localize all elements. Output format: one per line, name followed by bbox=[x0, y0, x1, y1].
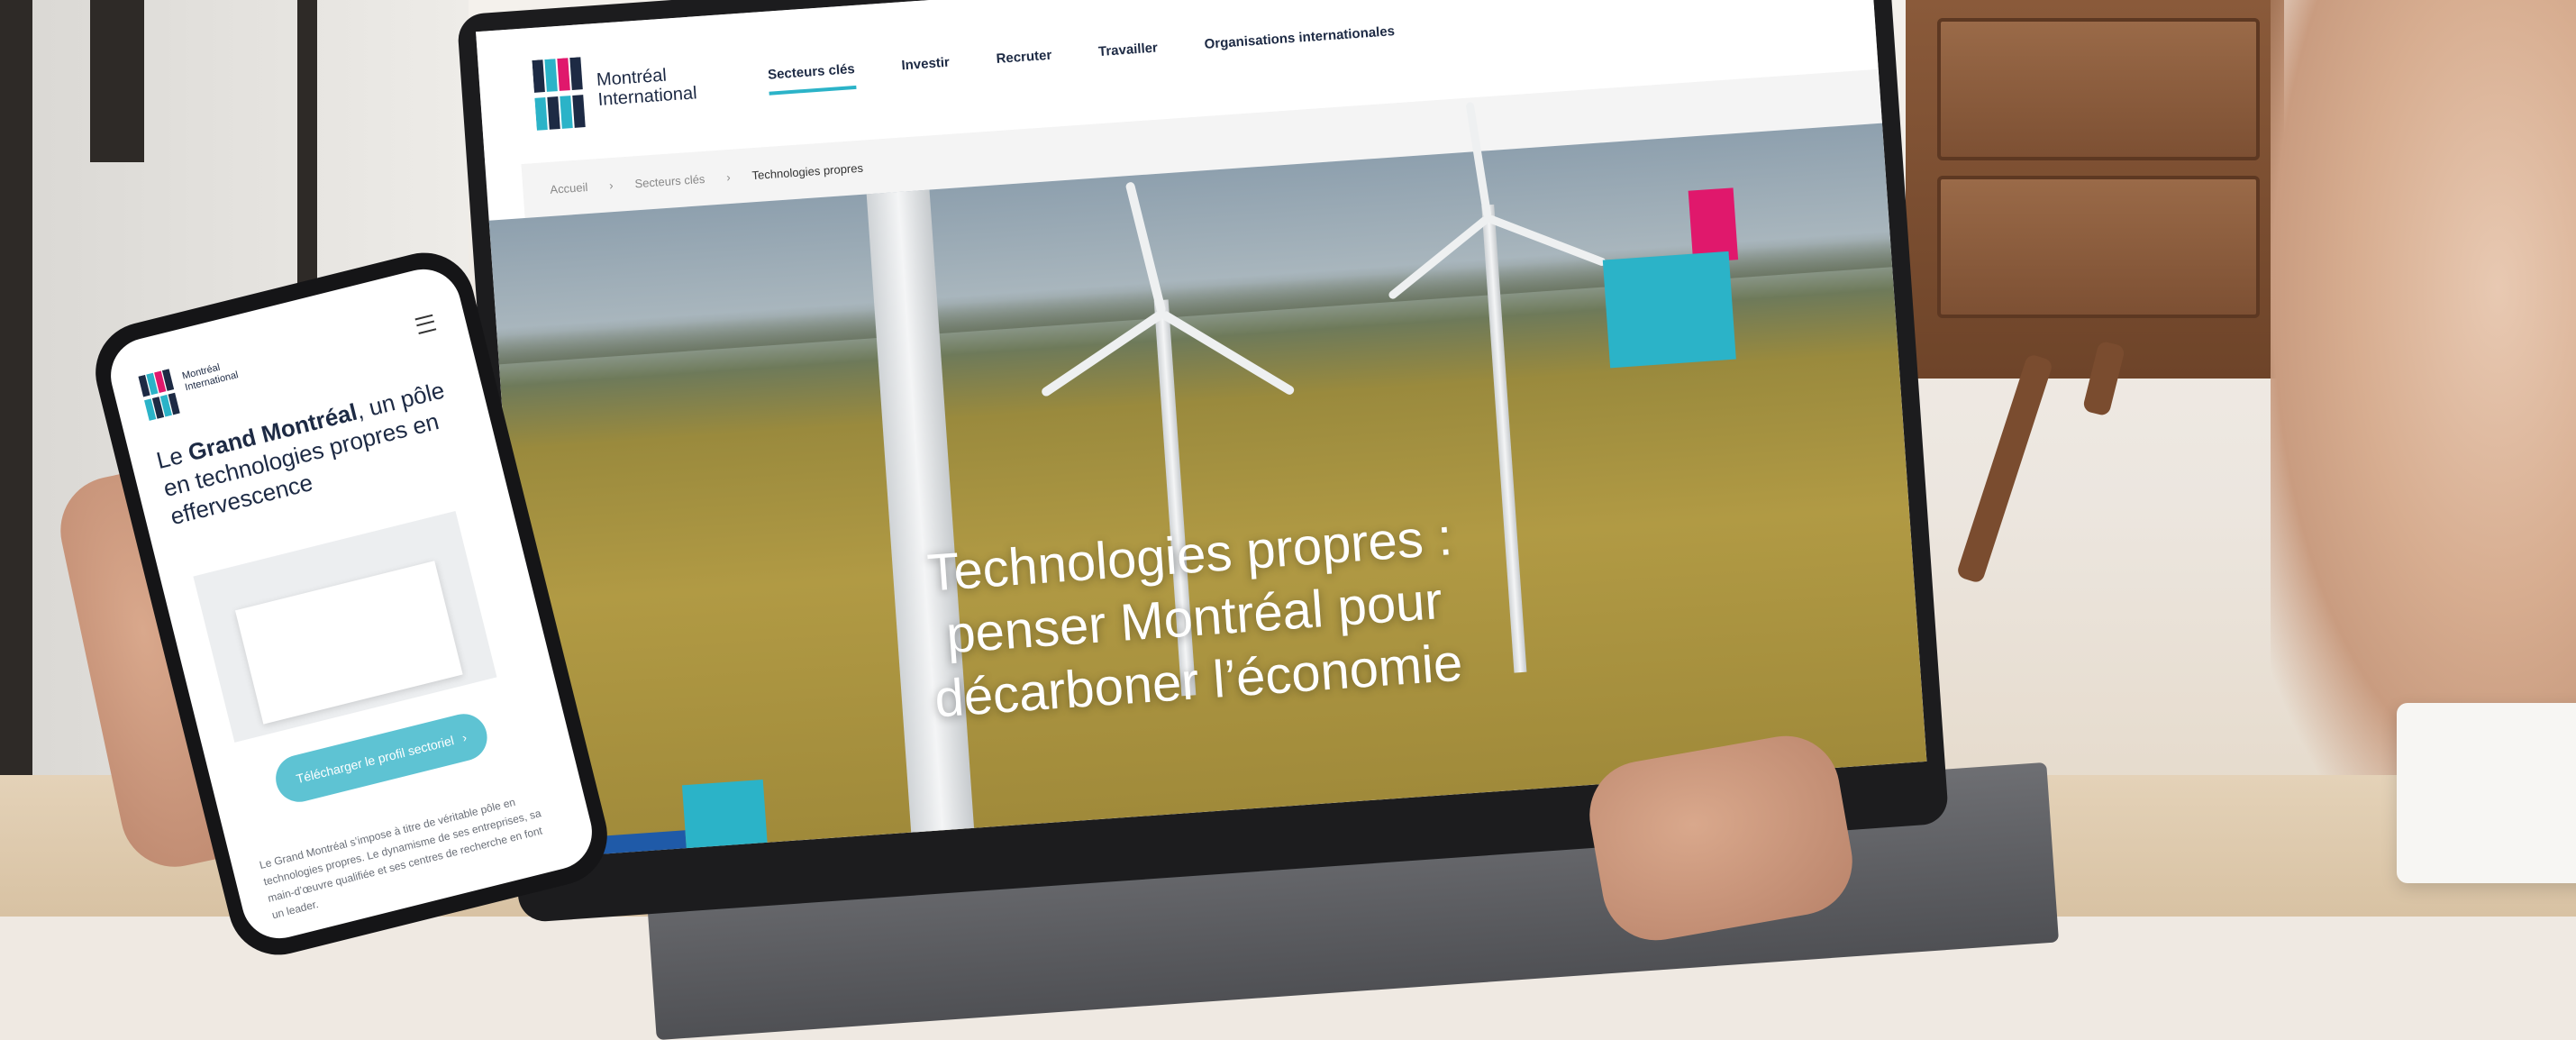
nav-item-investir[interactable]: Investir bbox=[901, 55, 951, 87]
picture-frame-left bbox=[0, 0, 32, 838]
breadcrumb-separator-icon: › bbox=[725, 169, 732, 184]
phone-logo-wordmark: Montréal International bbox=[181, 358, 240, 394]
mtl-intl-logo-icon[interactable] bbox=[532, 57, 590, 132]
breadcrumb-current: Technologies propres bbox=[751, 160, 864, 182]
breadcrumb-separator-icon: › bbox=[608, 178, 614, 192]
download-button-label: Télécharger le profil sectoriel bbox=[295, 733, 456, 787]
mtl-intl-logo-icon[interactable] bbox=[138, 368, 184, 422]
breadcrumb-sectors[interactable]: Secteurs clés bbox=[634, 171, 705, 189]
decor-square-teal bbox=[1602, 251, 1736, 369]
nav-item-secteurs-cles[interactable]: Secteurs clés bbox=[767, 61, 857, 96]
decor-square-teal-small bbox=[681, 780, 769, 860]
nav-item-recruter[interactable]: Recruter bbox=[996, 48, 1053, 79]
white-tray bbox=[2397, 703, 2576, 883]
chevron-right-icon: › bbox=[460, 729, 469, 745]
cabinet-drawer-top bbox=[1937, 18, 2260, 160]
cabinet-drawer-bottom bbox=[1937, 176, 2260, 318]
phone-headline: Le Grand Montréal, un pôle en technologi… bbox=[153, 375, 462, 531]
hero-title: Technologies propres : penser Montréal p… bbox=[925, 507, 1465, 729]
wind-turbine-tower bbox=[866, 189, 978, 860]
turbine-blade bbox=[1160, 309, 1297, 397]
report-preview-card bbox=[193, 510, 497, 743]
nav-item-organisations[interactable]: Organisations internationales bbox=[1204, 23, 1396, 65]
person-silhouette bbox=[2271, 0, 2576, 775]
nav-item-travailler[interactable]: Travailler bbox=[1098, 41, 1160, 73]
report-cover-thumbnail bbox=[234, 561, 463, 725]
laptop-screen: Montréal International Secteurs clés Inv… bbox=[476, 0, 1927, 860]
cabinet-leg bbox=[1955, 352, 2054, 585]
hamburger-icon[interactable] bbox=[414, 314, 437, 335]
frame-bracket bbox=[90, 0, 144, 162]
main-nav: Secteurs clés Investir Recruter Travaill… bbox=[767, 23, 1397, 96]
logo-wordmark: Montréal International bbox=[596, 63, 697, 110]
breadcrumb-home[interactable]: Accueil bbox=[550, 180, 588, 196]
